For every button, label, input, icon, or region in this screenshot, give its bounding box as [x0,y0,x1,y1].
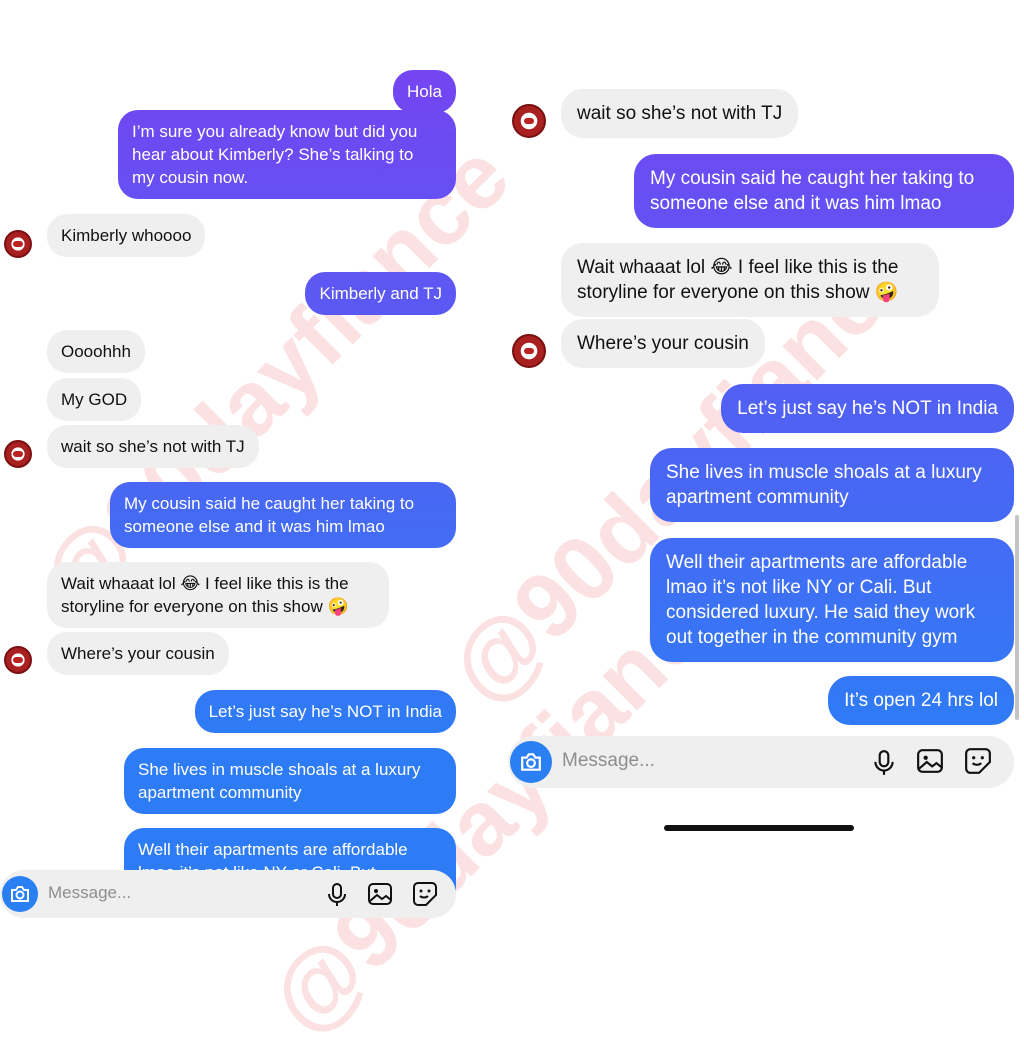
avatar[interactable] [4,230,32,258]
sticker-icon[interactable] [964,747,992,775]
outgoing-message: Let’s just say he’s NOT in India [721,384,1014,433]
incoming-message: Wait whaaat lol 😂 I feel like this is th… [47,562,389,628]
outgoing-message: Let’s just say he’s NOT in India [194,690,456,733]
outgoing-message: She lives in muscle shoals at a luxury a… [650,448,1014,522]
home-indicator[interactable] [664,825,854,831]
incoming-message: Kimberly whoooo [47,214,206,257]
camera-button[interactable] [2,876,38,912]
outgoing-message: Well their apartments are affordable lma… [650,538,1014,662]
sticker-icon[interactable] [412,881,438,907]
avatar[interactable] [512,104,546,138]
avatar[interactable] [4,646,32,674]
camera-icon [11,886,29,902]
outgoing-message: My cousin said he caught her taking to s… [634,154,1014,228]
incoming-message: Where’s your cousin [47,632,229,675]
microphone-icon[interactable] [326,882,348,908]
outgoing-message: Kimberly and TJ [305,272,456,315]
incoming-message: My GOD [47,378,142,421]
camera-icon [521,753,541,771]
message-input[interactable]: Message... [562,750,655,772]
incoming-message: wait so she’s not with TJ [561,89,799,138]
outgoing-message: My cousin said he caught her taking to s… [110,482,456,548]
outgoing-message: Hola [393,70,456,113]
camera-button[interactable] [510,741,552,783]
avatar[interactable] [512,334,546,368]
left-chat-screenshot: Hola I’m sure you already know but did y… [0,0,470,980]
image-icon[interactable] [916,748,944,774]
message-input[interactable]: Message... [48,883,131,903]
message-composer[interactable]: Message... [0,870,456,918]
message-composer[interactable]: Message... [508,736,1014,788]
avatar[interactable] [4,440,32,468]
incoming-message: wait so she’s not with TJ [47,425,259,468]
outgoing-message: She lives in muscle shoals at a luxury a… [124,748,456,814]
outgoing-message: I’m sure you already know but did you he… [118,110,456,199]
microphone-icon[interactable] [872,749,896,777]
incoming-message: Wait whaaat lol 😂 I feel like this is th… [561,243,939,317]
incoming-message: Oooohhh [47,330,145,373]
outgoing-message: It’s open 24 hrs lol [828,676,1014,725]
scrollbar[interactable] [1015,515,1019,720]
right-chat-screenshot: wait so she’s not with TJ My cousin said… [500,0,1024,980]
image-icon[interactable] [367,882,393,906]
incoming-message: Where’s your cousin [561,319,765,368]
